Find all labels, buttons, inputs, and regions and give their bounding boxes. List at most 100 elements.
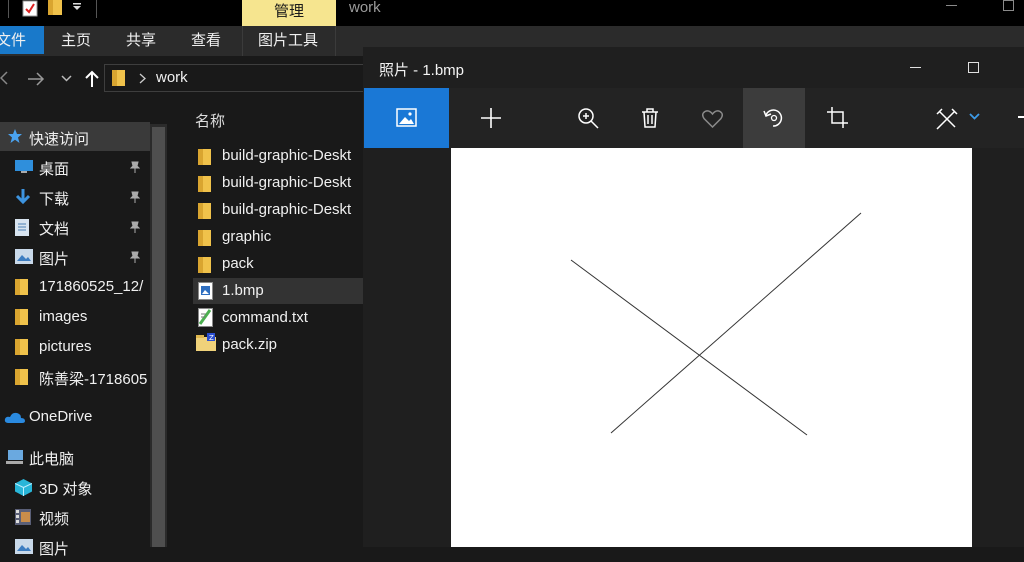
crop-button[interactable] [818, 88, 868, 148]
tab-picture-tools[interactable]: 图片工具 [258, 26, 318, 54]
cloud-icon [4, 411, 26, 424]
nav-item-pictures[interactable]: 图片 [0, 242, 150, 272]
photos-window: 照片 - 1.bmp [363, 47, 1024, 547]
photos-minimize-button[interactable] [910, 67, 921, 68]
add-button[interactable] [463, 88, 518, 148]
zoom-in-icon [578, 108, 599, 129]
edit-icon [936, 108, 958, 130]
file-row[interactable]: build-graphic-Deskt [193, 197, 363, 223]
nav-item-label: 图片 [39, 541, 70, 558]
file-name: command.txt [222, 309, 308, 326]
image-icon [396, 108, 417, 127]
pin-icon[interactable] [130, 251, 140, 263]
up-arrow-icon[interactable] [85, 70, 99, 88]
nav-item-label: 快速访问 [29, 131, 90, 148]
nav-item-documents[interactable]: 文档 [0, 212, 150, 242]
maximize-button[interactable] [1003, 0, 1014, 11]
nav-item-images[interactable]: images [0, 302, 150, 332]
folder-icon [198, 203, 211, 219]
nav-item-desktop[interactable]: 桌面 [0, 152, 150, 182]
nav-item-pictures-folder[interactable]: pictures [0, 332, 150, 362]
folder-icon [198, 149, 211, 165]
pin-icon[interactable] [130, 191, 140, 203]
document-icon [15, 219, 29, 236]
nav-item-label: 文档 [39, 221, 70, 238]
back-arrow-icon[interactable] [0, 71, 8, 85]
folder-icon [15, 279, 28, 295]
nav-item-folder[interactable]: 171860525_12/ [0, 272, 150, 302]
photos-maximize-button[interactable] [968, 62, 979, 73]
folder-icon [112, 70, 126, 86]
window-title: work [349, 0, 381, 16]
image-canvas[interactable] [451, 148, 972, 547]
folder-icon [198, 176, 211, 192]
breadcrumb-work[interactable]: work [156, 69, 188, 86]
forward-arrow-icon[interactable] [27, 72, 45, 86]
file-name: graphic [222, 228, 272, 245]
crop-icon [827, 107, 848, 128]
nav-item-this-pc[interactable]: 此电脑 [0, 442, 150, 472]
file-row[interactable]: Z pack.zip [193, 332, 363, 358]
nav-item-folder[interactable]: 陈善梁-1718605 [0, 362, 150, 392]
folder-icon [15, 369, 28, 385]
ribbon-divider [335, 26, 336, 56]
nav-item-label: 3D 对象 [39, 481, 93, 498]
heart-icon [702, 110, 723, 128]
file-name: pack [222, 255, 254, 272]
properties-icon[interactable] [22, 0, 38, 17]
new-folder-icon[interactable] [47, 0, 63, 16]
file-row[interactable]: build-graphic-Deskt [193, 170, 363, 196]
breadcrumb-chevron-icon[interactable] [139, 73, 146, 84]
edit-button[interactable] [928, 88, 980, 148]
tab-view[interactable]: 查看 [191, 26, 221, 54]
pin-icon[interactable] [130, 161, 140, 173]
file-row[interactable]: graphic [193, 224, 363, 250]
folder-icon [15, 309, 28, 325]
bmp-file-icon [198, 282, 213, 300]
folder-icon [198, 257, 211, 273]
tab-file[interactable]: 文件 [0, 26, 44, 54]
rotate-button[interactable] [743, 88, 805, 148]
navigation-pane: 快速访问 桌面 下载 文档 图片 171860525_12/ images pi… [0, 110, 150, 558]
address-bar[interactable] [104, 64, 404, 92]
zoom-in-button[interactable] [563, 88, 613, 148]
recent-locations-chevron-icon[interactable] [61, 75, 72, 82]
file-row[interactable]: build-graphic-Deskt [193, 143, 363, 169]
desktop-icon [15, 159, 33, 174]
more-icon [1018, 116, 1024, 118]
nav-item-onedrive[interactable]: OneDrive [0, 402, 150, 432]
photos-toolbar [363, 88, 1024, 148]
file-name: build-graphic-Deskt [222, 147, 352, 164]
file-row[interactable]: command.txt [193, 305, 363, 331]
chevron-down-icon[interactable] [969, 113, 980, 120]
bmp-image-drawing [570, 212, 862, 436]
view-image-button[interactable] [364, 88, 449, 148]
file-row-selected[interactable]: 1.bmp [193, 278, 363, 304]
more-button[interactable] [1013, 88, 1024, 148]
nav-item-quick-access[interactable]: 快速访问 [0, 122, 150, 151]
nav-item-pictures-pc[interactable]: 图片 [0, 532, 150, 562]
nav-scrollbar-thumb[interactable] [152, 127, 165, 547]
favorite-button[interactable] [688, 88, 738, 148]
file-row[interactable]: pack [193, 251, 363, 277]
qat-divider [8, 0, 9, 18]
diagonal-line [610, 212, 862, 434]
tab-manage[interactable]: 管理 [242, 0, 336, 26]
nav-item-videos[interactable]: 视频 [0, 502, 150, 532]
nav-item-label: images [39, 308, 88, 325]
column-header-name[interactable]: 名称 [195, 110, 225, 131]
tab-share[interactable]: 共享 [126, 26, 156, 54]
pin-icon[interactable] [130, 221, 140, 233]
delete-button[interactable] [625, 88, 675, 148]
minimize-button[interactable] [946, 5, 957, 6]
diagonal-line [570, 259, 808, 436]
file-name: build-graphic-Deskt [222, 201, 352, 218]
qat-dropdown-icon[interactable] [73, 3, 82, 11]
nav-item-downloads[interactable]: 下载 [0, 182, 150, 212]
nav-item-label: 此电脑 [29, 451, 75, 468]
tab-home[interactable]: 主页 [61, 26, 91, 54]
qat-divider [96, 0, 97, 18]
nav-item-3d-objects[interactable]: 3D 对象 [0, 472, 150, 502]
computer-icon [6, 450, 24, 465]
file-name: build-graphic-Deskt [222, 174, 352, 191]
